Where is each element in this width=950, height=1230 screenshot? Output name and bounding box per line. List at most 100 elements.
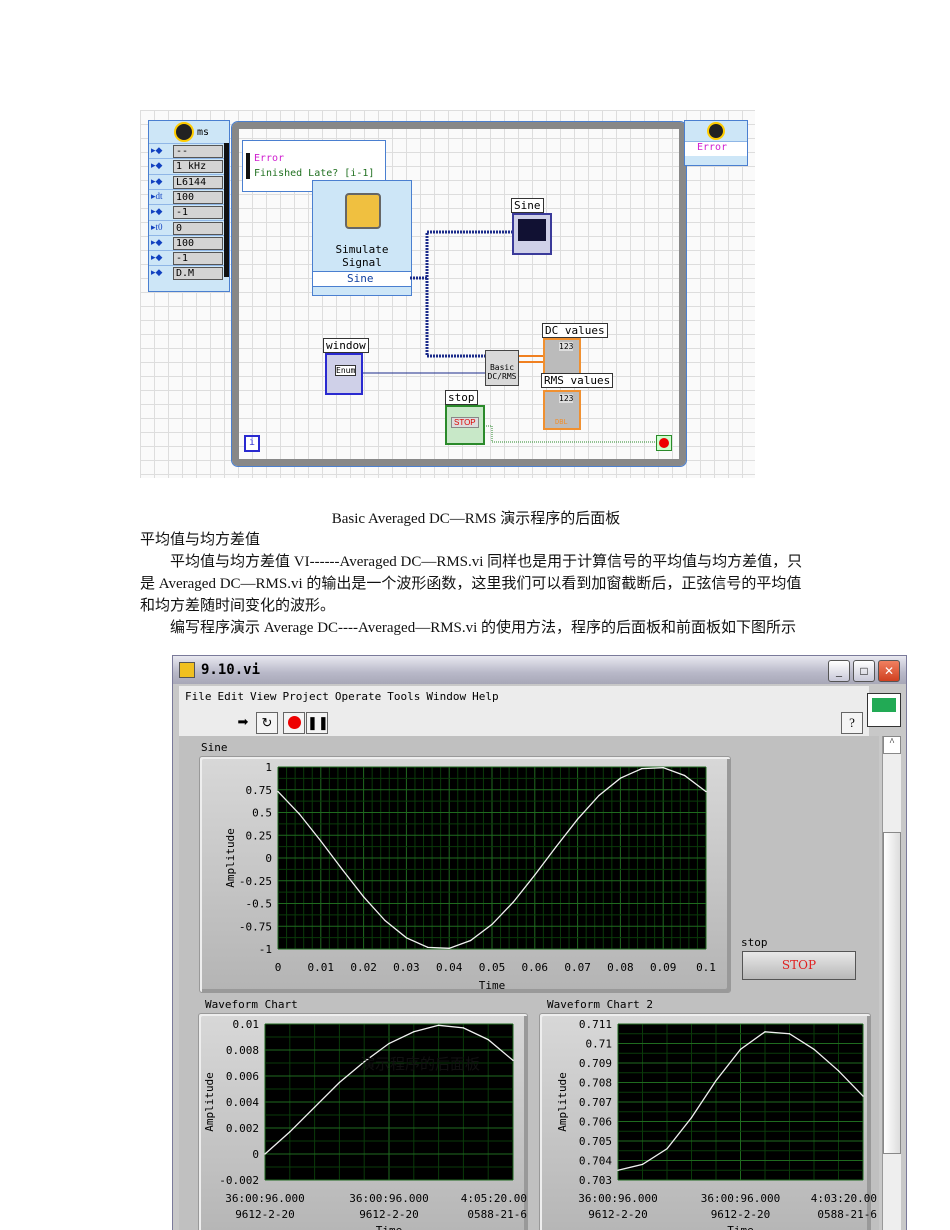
x-tick-label: 0.02 — [350, 961, 377, 974]
data-point — [363, 896, 365, 898]
y-tick-label: 0.01 — [233, 1018, 260, 1031]
x-tick-date: 9612-2-20 — [235, 1208, 295, 1221]
x-tick-time: 4:03:20.00 — [811, 1192, 877, 1205]
data-point — [666, 1148, 668, 1150]
data-point — [448, 947, 450, 949]
timed-loop-output-node: Error — [684, 120, 748, 166]
paragraph: 编写程序演示 Average DC----Averaged—RMS.vi 的使用… — [170, 620, 797, 636]
y-tick-label: 0.71 — [586, 1038, 613, 1051]
data-point — [764, 1031, 766, 1033]
stop-terminal: STOP — [445, 405, 485, 445]
y-axis-label: Amplitude — [556, 1072, 569, 1132]
y-tick-label: 0.707 — [579, 1096, 612, 1109]
y-tick-label: 0.002 — [226, 1122, 259, 1135]
x-tick-time: 36:00:96.000 — [701, 1192, 780, 1205]
block-diagram-image: ms ▸◆ -- ▸◆ 1 kHz ▸◆ L6144 ▸dt 100 ▸◆ -1 ▸t0 0 ▸◆ 100… — [140, 110, 755, 478]
stop-label: stop — [445, 390, 478, 405]
basic-dc-rms-vi[interactable]: Basic DC/RMS — [485, 350, 519, 386]
basic-dc-rms-label: Basic DC/RMS — [487, 363, 517, 381]
data-point — [837, 1070, 840, 1072]
data-point — [617, 1169, 619, 1171]
sine-graph-label: Sine — [511, 198, 544, 213]
data-point — [715, 1079, 717, 1082]
loop-condition-icon — [656, 435, 672, 451]
y-tick-label: 0 — [252, 1148, 259, 1161]
data-point — [388, 1042, 390, 1045]
x-tick-label: 0.07 — [564, 961, 591, 974]
y-tick-label: -0.5 — [246, 898, 273, 911]
data-point — [619, 777, 621, 779]
labview-front-panel-window: 9.10.vi _ □ ✕ File Edit View Project Operate… — [172, 655, 907, 1230]
data-point — [438, 1024, 440, 1026]
data-point — [338, 1081, 340, 1084]
x-tick-label: 0.08 — [607, 961, 634, 974]
data-point — [662, 767, 664, 769]
x-axis-label: Time — [727, 1224, 754, 1230]
enum-label: Enum — [335, 365, 357, 376]
type-label: DBL — [555, 418, 568, 426]
y-tick-label: 0.711 — [579, 1018, 612, 1031]
y-tick-label: 0 — [265, 852, 272, 865]
x-tick-label: 0.09 — [650, 961, 677, 974]
data-point — [487, 1039, 489, 1041]
document-page: ms ▸◆ -- ▸◆ 1 kHz ▸◆ L6144 ▸dt 100 ▸◆ -1 ▸t0 0 ▸◆ 100… — [0, 0, 950, 1230]
data-point — [739, 1048, 742, 1050]
data-point — [512, 901, 514, 903]
x-tick-time: 36:00:96.000 — [578, 1192, 657, 1205]
data-point — [264, 1153, 266, 1155]
x-tick-label: 0.01 — [308, 961, 335, 974]
x-tick-time: 4:05:20.00 — [461, 1192, 527, 1205]
y-tick-label: -1 — [259, 943, 272, 956]
data-point — [341, 868, 343, 870]
window-enum-control: Enum — [325, 353, 363, 395]
data-point — [577, 818, 579, 820]
waveform-wire — [425, 278, 486, 358]
x-tick-date: 9612-2-20 — [711, 1208, 771, 1221]
x-tick-time: 36:00:96.000 — [225, 1192, 304, 1205]
y-tick-label: 0.25 — [246, 829, 273, 842]
x-tick-date: 9612-2-20 — [588, 1208, 648, 1221]
x-tick-label: 0 — [275, 961, 282, 974]
data-point — [491, 923, 493, 926]
data-point — [462, 1027, 464, 1029]
dc-values-label: DC values — [542, 323, 608, 338]
y-tick-label: 0.703 — [579, 1174, 612, 1187]
y-tick-label: 0.705 — [579, 1135, 612, 1148]
data-point — [705, 790, 707, 793]
dbl-wire — [518, 355, 544, 363]
paragraph: 平均值与均方差值 VI------Averaged DC—RMS.vi 同样也是… — [140, 554, 803, 614]
overlay-caption: 演示程序的后面板 — [360, 1057, 481, 1073]
data-point — [298, 813, 300, 815]
data-point — [598, 794, 600, 797]
y-tick-label: 0.706 — [579, 1116, 612, 1129]
x-tick-label: 0.05 — [479, 961, 506, 974]
dc-values-array-indicator: 123 — [543, 338, 581, 378]
data-point — [684, 774, 686, 777]
clock-icon — [707, 122, 725, 140]
data-point — [289, 1131, 291, 1133]
numeric-label: 123 — [559, 342, 574, 351]
stop-button-icon: STOP — [451, 417, 479, 428]
y-tick-label: -0.002 — [219, 1174, 259, 1187]
y-tick-label: 0.004 — [226, 1096, 259, 1109]
data-point — [470, 939, 472, 942]
x-tick-label: 0.06 — [522, 961, 549, 974]
x-tick-date: 0588-21-6 — [817, 1208, 877, 1221]
sine-graph-terminal — [512, 213, 552, 255]
x-tick-time: 36:00:96.000 — [349, 1192, 428, 1205]
window-label: window — [323, 338, 369, 353]
y-tick-label: 0.5 — [252, 807, 272, 820]
rms-values-label: RMS values — [541, 373, 614, 388]
data-point — [405, 937, 407, 939]
y-tick-label: -0.75 — [239, 920, 272, 933]
x-tick-date: 9612-2-20 — [359, 1208, 419, 1221]
x-tick-date: 0588-21-6 — [467, 1208, 527, 1221]
y-tick-label: 0.704 — [579, 1155, 612, 1168]
data-point — [862, 1095, 864, 1097]
charts-layer: 10.750.50.250-0.25-0.5-0.75-10 0.01 0.02 0.… — [203, 761, 877, 1230]
rms-values-array-indicator: 123 DBL — [543, 390, 581, 430]
x-axis-label: Time — [479, 979, 506, 992]
data-point — [555, 846, 557, 848]
waveform-wire — [410, 230, 513, 280]
y-tick-label: 0.008 — [226, 1044, 259, 1057]
